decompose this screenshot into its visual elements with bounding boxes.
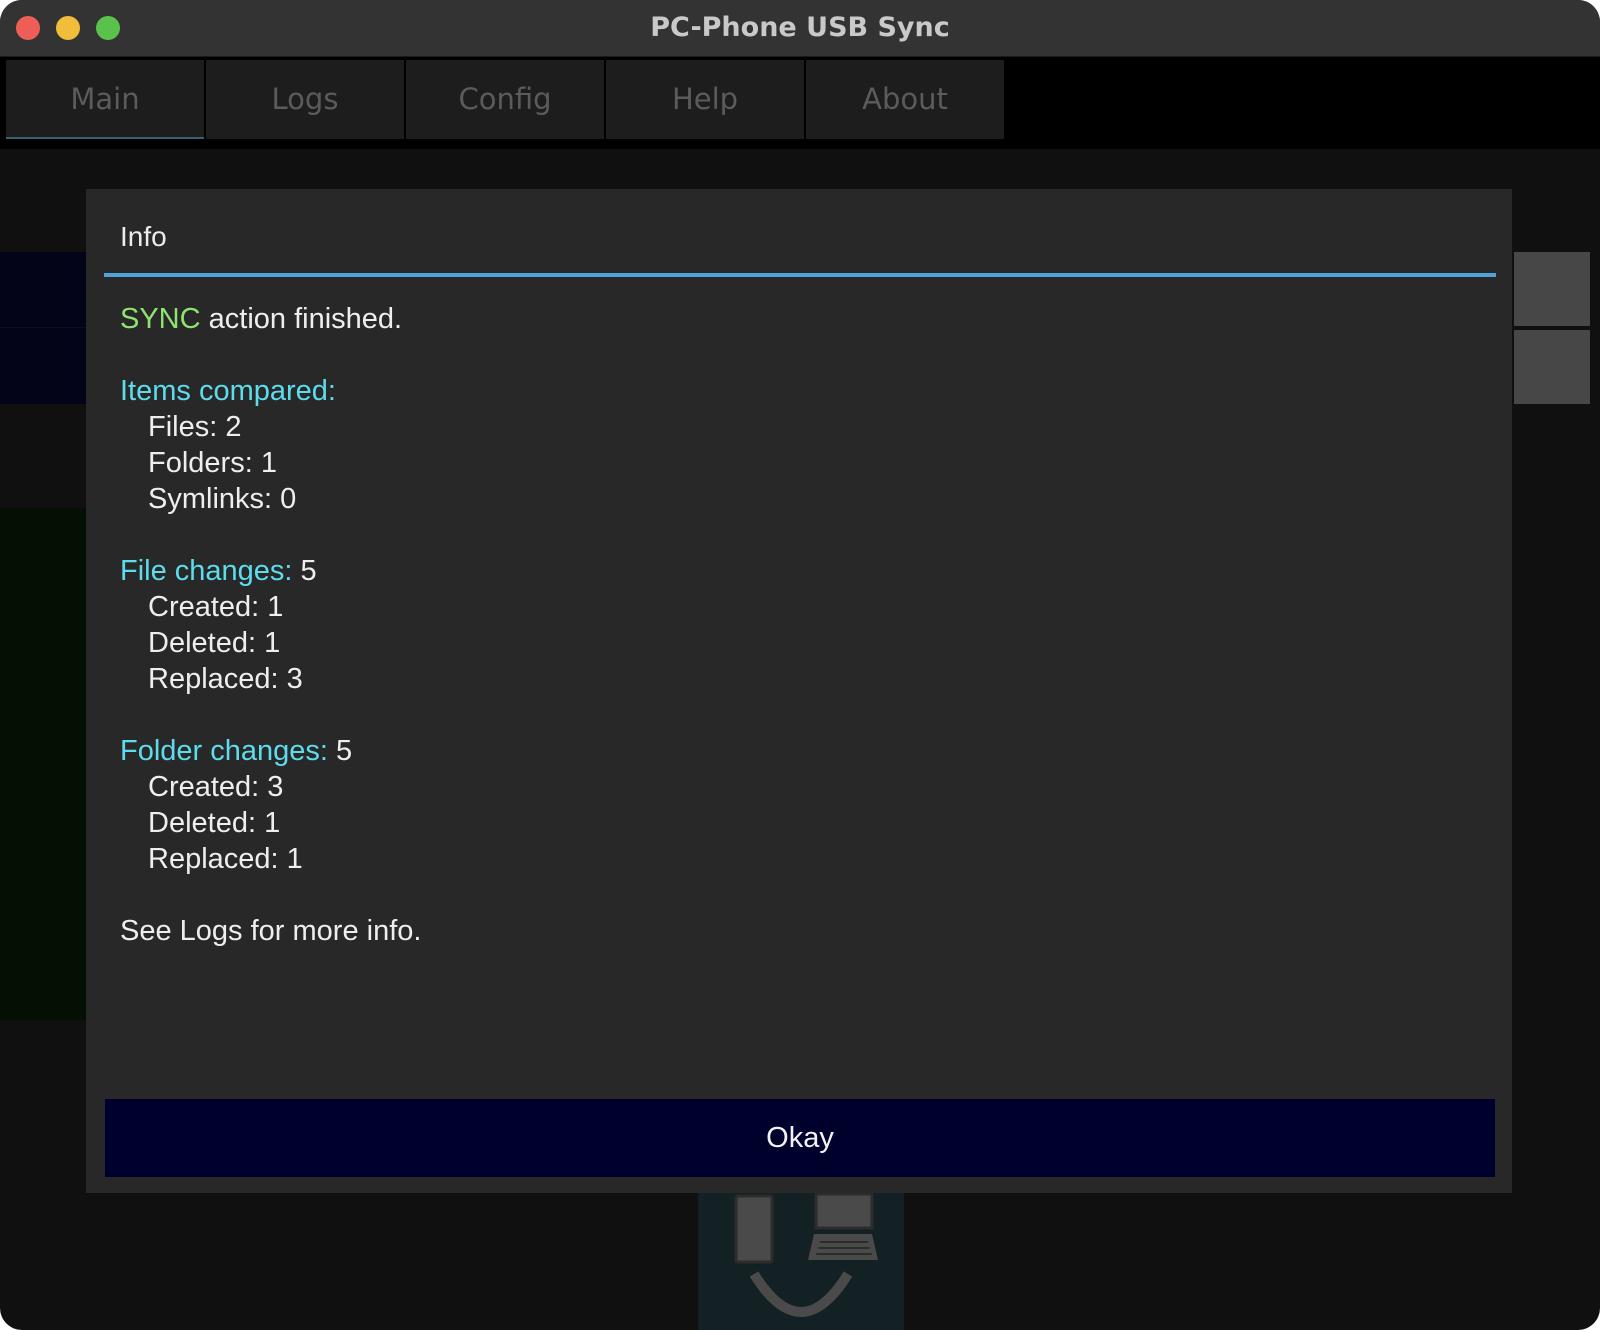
files-count: Files: 2 [148,411,242,443]
status-text: action finished. [200,303,403,335]
tab-help[interactable]: Help [606,60,804,139]
folder-deleted: Deleted: 1 [148,807,281,839]
items-compared-heading: Items compared: [120,375,336,407]
folder-replaced: Replaced: 1 [148,843,303,875]
folder-changes-heading: Folder changes: 5 [120,735,353,767]
window-title: PC-Phone USB Sync [650,12,950,43]
file-created: Created: 1 [148,591,284,623]
tab-main[interactable]: Main [6,60,204,139]
title-bar: PC-Phone USB Sync [0,0,1600,57]
sync-keyword: SYNC [120,303,201,335]
info-dialog: Info SYNC action finished. Items compare… [86,189,1512,1193]
background-panel-green [0,508,86,1020]
file-changes-total: 5 [292,555,317,587]
tab-logs[interactable]: Logs [206,60,404,139]
background-panel-blue [0,252,86,404]
dialog-divider [104,273,1496,277]
background-button-1 [1514,252,1590,326]
background-button-2 [1514,330,1590,404]
dialog-title: Info [120,221,167,252]
file-changes-heading: File changes: 5 [120,555,317,587]
folder-changes-total: 5 [327,735,353,767]
file-replaced: Replaced: 3 [148,663,303,695]
symlinks-count: Symlinks: 0 [148,483,297,515]
okay-button[interactable]: Okay [105,1099,1495,1177]
footer-note: See Logs for more info. [120,915,422,947]
sync-device-icon [698,1190,904,1330]
status-line: SYNC action finished. [120,301,421,337]
folder-created: Created: 3 [148,771,284,803]
folders-count: Folders: 1 [148,447,277,479]
tab-config[interactable]: Config [406,60,604,139]
tab-about[interactable]: About [806,60,1004,139]
tab-bar: Main Logs Config Help About [0,57,1600,149]
dialog-content: SYNC action finished. Items compared: Fi… [120,301,421,949]
background-divider [0,327,86,328]
file-deleted: Deleted: 1 [148,627,281,659]
app-window: PC-Phone USB Sync Main Logs Config Help … [0,0,1600,1330]
